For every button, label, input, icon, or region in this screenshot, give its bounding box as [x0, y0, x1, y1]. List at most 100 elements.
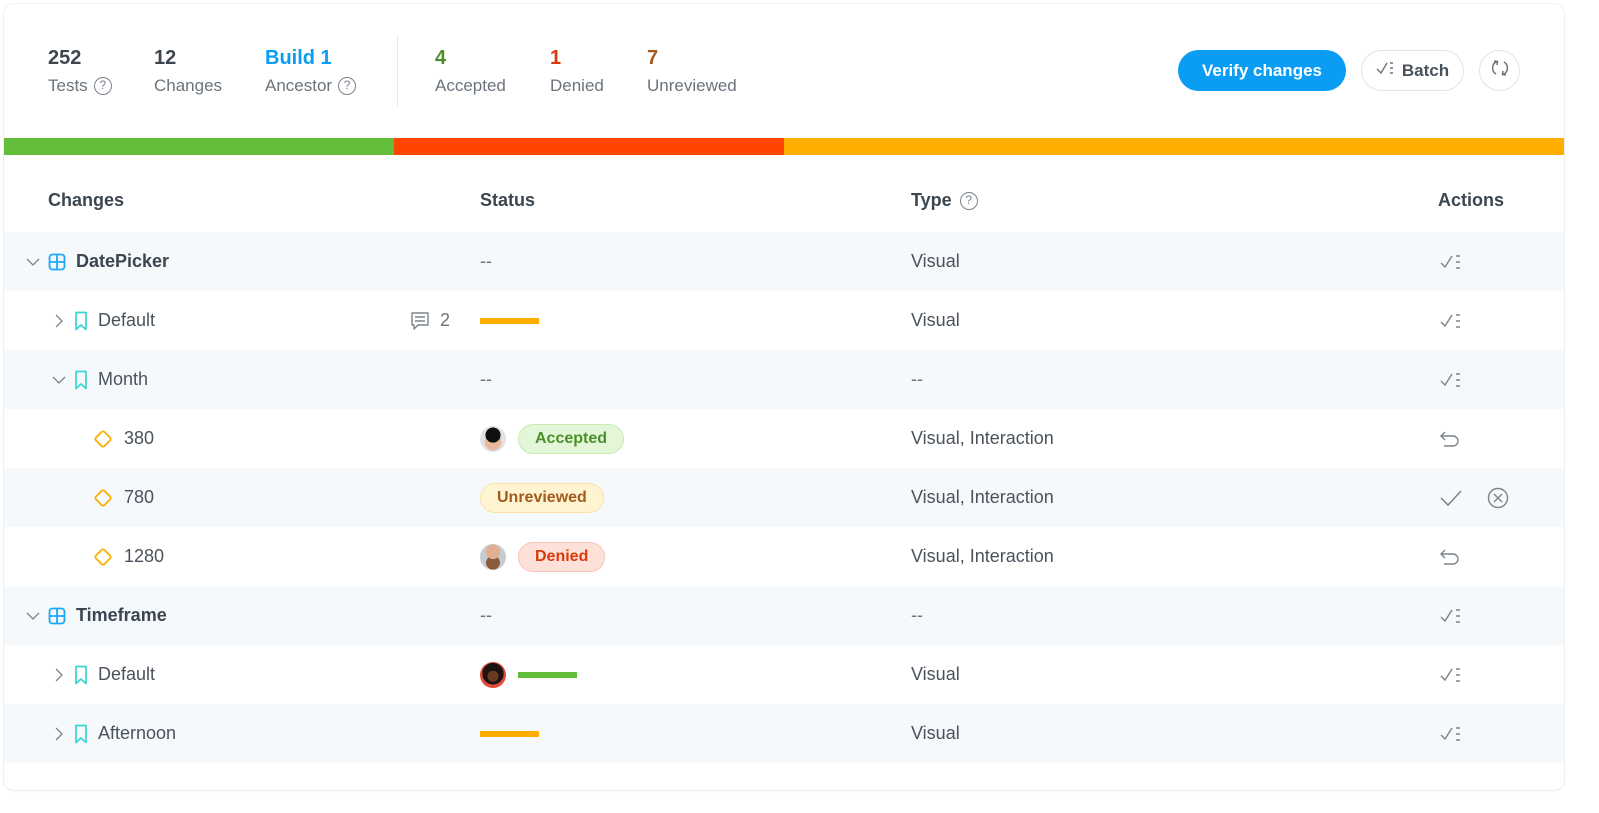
change-name[interactable]: Month [98, 369, 148, 390]
table-header: Changes Status Type ? Actions [4, 174, 1564, 232]
batch-review-button[interactable] [1439, 232, 1463, 291]
change-name-cell: Default [50, 291, 155, 350]
stat-changes: 12 Changes [154, 46, 222, 98]
status-cell: -- [480, 232, 492, 291]
stat-unreviewed-label: Unreviewed [647, 76, 737, 95]
batch-button[interactable]: Batch [1361, 50, 1464, 91]
status-text: -- [480, 369, 492, 389]
avatar [480, 543, 506, 570]
undo-icon [1439, 430, 1461, 448]
stat-tests-label: Tests [48, 76, 88, 95]
refresh-icon [1490, 58, 1510, 83]
change-name-cell: DatePicker [24, 232, 169, 291]
progress-segment-accepted [4, 138, 394, 155]
change-name[interactable]: Timeframe [76, 605, 167, 626]
change-name[interactable]: Default [98, 664, 155, 685]
table-row[interactable]: 780 Unreviewed Visual, Interaction [4, 468, 1564, 527]
table-row[interactable]: 380 Accepted Visual, Interaction [4, 409, 1564, 468]
change-name-cell: Month [50, 350, 148, 409]
status-cell [480, 645, 577, 704]
change-name-cell: Default [50, 645, 155, 704]
refresh-button[interactable] [1479, 50, 1520, 91]
ancestor-build-link[interactable]: Build 1 [265, 46, 356, 70]
stat-unreviewed-value: 7 [647, 47, 659, 69]
stat-denied-value: 1 [550, 47, 562, 69]
chevron-right-icon[interactable] [50, 725, 68, 743]
status-cell: Denied [480, 527, 606, 586]
change-name[interactable]: 1280 [124, 546, 164, 567]
comment-count[interactable]: 2 [410, 291, 450, 350]
status-progress-bar [480, 730, 539, 737]
chevron-down-icon[interactable] [50, 371, 68, 389]
undo-button[interactable] [1439, 527, 1461, 586]
undo-button[interactable] [1439, 409, 1461, 468]
batch-review-button[interactable] [1439, 645, 1463, 704]
stat-accepted-value: 4 [435, 47, 447, 69]
batch-review-button[interactable] [1439, 704, 1463, 763]
bookmark-icon [74, 370, 88, 390]
status-progress-bar [480, 317, 539, 324]
header-divider [397, 36, 398, 106]
diamond-icon [92, 487, 114, 509]
help-icon[interactable]: ? [93, 77, 112, 95]
change-name[interactable]: 780 [124, 487, 154, 508]
help-icon[interactable]: ? [338, 77, 357, 95]
batch-review-button[interactable] [1439, 291, 1463, 350]
status-badge: Denied [518, 541, 606, 572]
change-name-cell: 780 [92, 468, 154, 527]
stat-accepted-label: Accepted [435, 76, 506, 95]
deny-circle-button[interactable] [1487, 468, 1509, 527]
batch-button-label: Batch [1401, 60, 1450, 80]
change-name[interactable]: Default [98, 310, 155, 331]
check-button[interactable] [1439, 468, 1463, 527]
diamond-icon [92, 428, 114, 450]
progress-segment-unreviewed [784, 138, 1564, 155]
change-name-cell: Timeframe [24, 586, 167, 645]
table-row[interactable]: 1280 Denied Visual, Interaction [4, 527, 1564, 586]
table-row[interactable]: DatePicker -- Visual [4, 232, 1564, 291]
table-row[interactable]: Default 2 Visual [4, 291, 1564, 350]
chevron-right-icon[interactable] [50, 312, 68, 330]
type-cell: -- [911, 369, 923, 389]
table-row[interactable]: Month -- -- [4, 350, 1564, 409]
change-name[interactable]: DatePicker [76, 251, 169, 272]
chevron-right-icon[interactable] [50, 666, 68, 684]
change-name[interactable]: Afternoon [98, 723, 176, 744]
avatar [480, 425, 506, 452]
status-text: -- [480, 605, 492, 625]
type-cell: Visual [911, 310, 960, 330]
chevron-down-icon[interactable] [24, 607, 42, 625]
status-badge: Accepted [518, 423, 625, 454]
table-row[interactable]: Default Visual [4, 645, 1564, 704]
column-header-type: Type ? [911, 190, 978, 211]
change-name[interactable]: 380 [124, 428, 154, 449]
table-row[interactable]: Afternoon Visual [4, 704, 1564, 763]
batch-review-button[interactable] [1439, 350, 1463, 409]
component-grid-icon [48, 607, 66, 625]
stat-ancestor-label: Ancestor [265, 76, 333, 95]
status-cell: -- [480, 350, 492, 409]
type-cell: Visual, Interaction [911, 428, 1054, 448]
status-badge: Unreviewed [480, 482, 604, 513]
verify-changes-button[interactable]: Verify changes [1178, 50, 1346, 91]
batch-review-icon [1439, 607, 1463, 625]
bookmark-icon [74, 724, 88, 744]
comment-icon [410, 311, 430, 331]
help-icon[interactable]: ? [959, 191, 978, 210]
stat-denied-label: Denied [550, 76, 604, 95]
review-progress-bar [4, 138, 1564, 155]
batch-review-button[interactable] [1439, 586, 1463, 645]
table-row[interactable]: Timeframe -- -- [4, 586, 1564, 645]
type-cell: Visual [911, 723, 960, 743]
comment-count-value: 2 [440, 310, 451, 330]
stat-accepted: 4 Accepted [435, 46, 506, 98]
status-cell: -- [480, 586, 492, 645]
status-cell [480, 291, 539, 350]
change-name-cell: 380 [92, 409, 154, 468]
deny-circle-icon [1487, 487, 1509, 509]
batch-review-icon [1439, 666, 1463, 684]
type-cell: Visual, Interaction [911, 487, 1054, 507]
batch-review-icon [1439, 371, 1463, 389]
check-icon [1439, 489, 1463, 507]
chevron-down-icon[interactable] [24, 253, 42, 271]
